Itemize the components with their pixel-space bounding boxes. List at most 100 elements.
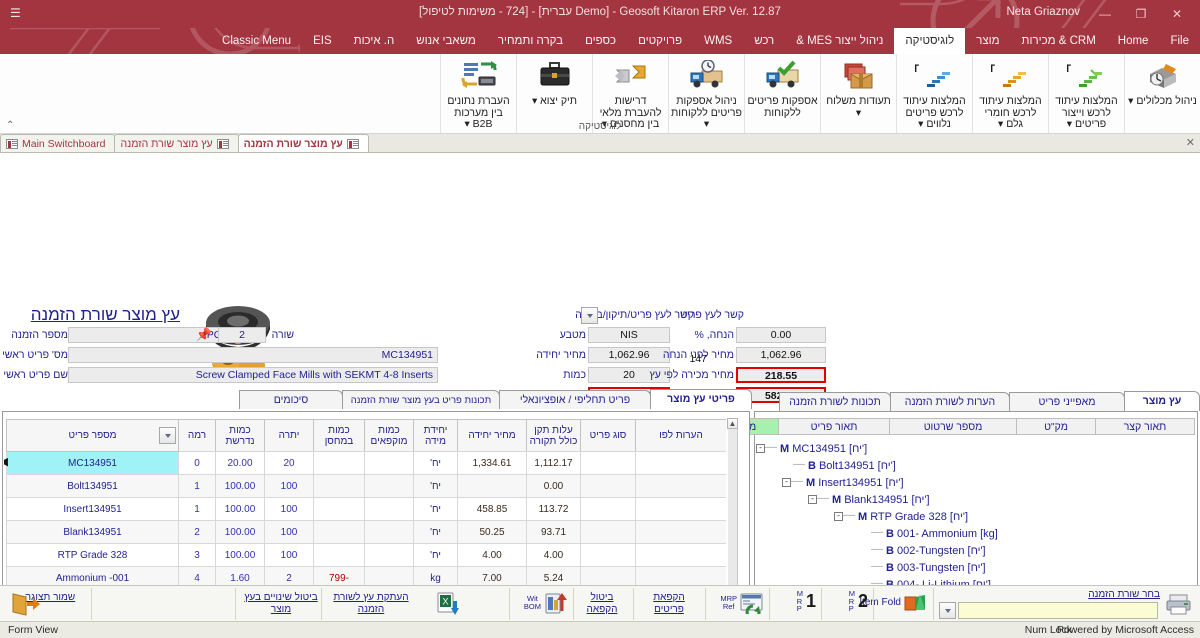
table-cell-frozen[interactable] bbox=[364, 497, 414, 521]
table-cell-stock[interactable] bbox=[313, 497, 365, 521]
table-cell-balance[interactable]: 100 bbox=[264, 497, 314, 521]
table-cell-type[interactable] bbox=[580, 520, 636, 544]
table-cell-required[interactable]: 20.00 bbox=[215, 451, 265, 475]
ribbon-tab-2[interactable]: CRM & מכירות bbox=[1011, 28, 1107, 54]
tree-column-2[interactable]: מספר שרטוט bbox=[889, 418, 1017, 435]
table-cell-notes[interactable] bbox=[635, 451, 726, 475]
printer-icon[interactable] bbox=[1166, 592, 1192, 616]
grid-column-header-8[interactable]: כמות נדרשת bbox=[215, 419, 265, 452]
select-order-combo[interactable] bbox=[939, 602, 956, 619]
tab-left-1[interactable]: מאפייני פריט bbox=[1009, 392, 1125, 411]
table-cell-std_cost[interactable]: 1,112.17 bbox=[526, 451, 581, 475]
user-name[interactable]: Neta Griaznov bbox=[1006, 6, 1080, 18]
ribbon-tab-12[interactable]: ה. איכות bbox=[343, 28, 406, 54]
pin-icon[interactable]: 📌 bbox=[196, 327, 212, 343]
tab-right-0[interactable]: פריטי עץ מוצר bbox=[650, 389, 752, 409]
table-cell-notes[interactable] bbox=[635, 474, 726, 498]
table-cell-uom[interactable]: יח' bbox=[413, 497, 458, 521]
table-cell-std_cost[interactable]: 113.72 bbox=[526, 497, 581, 521]
table-cell-std_cost[interactable]: 0.00 bbox=[526, 474, 581, 498]
grid-column-header-1[interactable]: סוג פריט bbox=[580, 419, 636, 452]
tab-left-3[interactable]: תכונות לשורת הזמנה bbox=[779, 392, 891, 411]
table-cell-stock[interactable] bbox=[313, 520, 365, 544]
collapse-ribbon-icon[interactable]: ⌃ bbox=[6, 120, 14, 131]
table-cell-required[interactable]: 100.00 bbox=[215, 474, 265, 498]
table-cell-frozen[interactable] bbox=[364, 520, 414, 544]
tree-toggle-icon[interactable]: - bbox=[808, 495, 817, 504]
table-row[interactable]: 1,112.17 1,334.61 יח' 20 20.00 0 MC134951 bbox=[4, 451, 726, 475]
field-value-right-1[interactable]: MC134951 bbox=[68, 347, 438, 363]
ribbon-tab-8[interactable]: פרויקטים bbox=[627, 28, 693, 54]
tree-column-1[interactable]: מק"ט bbox=[1016, 418, 1096, 435]
grid-column-header-3[interactable]: מחיר יחידה bbox=[457, 419, 527, 452]
ribbon-tab-14[interactable]: Classic Menu bbox=[211, 28, 302, 54]
freeze-items-link[interactable]: הקפאת פריטים bbox=[638, 592, 700, 615]
table-cell-uom[interactable]: יח' bbox=[413, 451, 458, 475]
tree-node[interactable]: - —— M MC134951 [יח'] bbox=[756, 440, 1192, 457]
tab-right-3[interactable]: סיכומים bbox=[239, 390, 343, 409]
table-cell-balance[interactable]: 100 bbox=[264, 543, 314, 567]
table-cell-unit_price[interactable] bbox=[457, 474, 527, 498]
grid-column-header-6[interactable]: כמות במחסן bbox=[313, 419, 365, 452]
table-row[interactable]: 4.00 4.00 יח' 100 100.00 3 RTP Grade 328 bbox=[4, 543, 726, 567]
tree-toggle-icon[interactable]: - bbox=[756, 444, 765, 453]
table-cell-balance[interactable]: 100 bbox=[264, 520, 314, 544]
grid-column-header-0[interactable]: הערות לפו bbox=[635, 419, 726, 452]
table-cell-type[interactable] bbox=[580, 451, 636, 475]
tree-node[interactable]: —— B Bolt134951 [יח'] bbox=[756, 457, 1192, 474]
table-cell-item[interactable]: RTP Grade 328 bbox=[6, 543, 179, 567]
ribbon-tab-3[interactable]: מוצר bbox=[965, 28, 1010, 54]
ribbon-tab-1[interactable]: Home bbox=[1107, 28, 1160, 54]
table-cell-stock[interactable] bbox=[313, 451, 365, 475]
wit-bom-button[interactable]: Wit BOM bbox=[524, 591, 568, 615]
table-cell-stock[interactable] bbox=[313, 543, 365, 567]
table-cell-type[interactable] bbox=[580, 543, 636, 567]
minimize-button[interactable]: — bbox=[1088, 3, 1122, 24]
tree-node[interactable]: —— B 001- Ammonium [kg] bbox=[756, 525, 1192, 542]
ribbon-tab-4[interactable]: לוגיסטיקה bbox=[894, 28, 966, 54]
mrp-2-button[interactable]: 2 MRP bbox=[849, 590, 868, 613]
document-tab-1[interactable]: עץ מוצר שורת הזמנה bbox=[114, 134, 239, 152]
field-value-left-0[interactable]: 0.00 bbox=[736, 327, 826, 343]
table-cell-type[interactable] bbox=[580, 474, 636, 498]
ribbon-tab-7[interactable]: WMS bbox=[693, 28, 743, 54]
table-cell-balance[interactable]: 100 bbox=[264, 474, 314, 498]
table-cell-frozen[interactable] bbox=[364, 543, 414, 567]
table-cell-uom[interactable]: יח' bbox=[413, 474, 458, 498]
tab-left-2[interactable]: הערות לשורת הזמנה bbox=[890, 392, 1010, 411]
tree-toggle-icon[interactable]: - bbox=[834, 512, 843, 521]
ribbon-tab-6[interactable]: רכש bbox=[743, 28, 785, 54]
tree-column-0[interactable]: תאור קצר bbox=[1095, 418, 1195, 435]
table-cell-level[interactable]: 0 bbox=[178, 451, 216, 475]
table-cell-frozen[interactable] bbox=[364, 451, 414, 475]
mrp-1-button[interactable]: 1 MRP bbox=[797, 590, 816, 613]
select-order-input[interactable] bbox=[958, 602, 1158, 619]
exit-door-icon[interactable] bbox=[10, 592, 40, 616]
ribbon-tab-10[interactable]: בקרה ותמחיר bbox=[487, 28, 574, 54]
grid-column-header-7[interactable]: יתרה bbox=[264, 419, 314, 452]
ribbon-tab-9[interactable]: כספים bbox=[574, 28, 627, 54]
table-cell-type[interactable] bbox=[580, 497, 636, 521]
table-cell-level[interactable]: 2 bbox=[178, 520, 216, 544]
ribbon-tab-11[interactable]: משאבי אנוש bbox=[405, 28, 487, 54]
scroll-up-icon[interactable]: ▲ bbox=[727, 418, 738, 429]
tree-node[interactable]: —— B 003-Tungsten [יח'] bbox=[756, 559, 1192, 576]
grid-column-header-5[interactable]: כמות מוקפאים bbox=[364, 419, 414, 452]
table-cell-unit_price[interactable]: 4.00 bbox=[457, 543, 527, 567]
table-cell-required[interactable]: 100.00 bbox=[215, 520, 265, 544]
unfreeze-link[interactable]: ביטול הקפאה bbox=[576, 592, 628, 615]
grid-column-header-2[interactable]: עלות תקן כולל תקורה bbox=[526, 419, 581, 452]
grid-filter-dropdown[interactable] bbox=[159, 427, 176, 444]
grid-column-header-4[interactable]: יחידת מידה bbox=[413, 419, 458, 452]
table-cell-unit_price[interactable]: 50.25 bbox=[457, 520, 527, 544]
close-document-icon[interactable]: ✕ bbox=[1186, 138, 1195, 149]
grid-column-header-10[interactable]: מספר פריט bbox=[6, 419, 179, 452]
document-tab-0[interactable]: Main Switchboard bbox=[0, 134, 116, 152]
table-cell-item[interactable]: Bolt134951 bbox=[6, 474, 179, 498]
table-cell-std_cost[interactable]: 4.00 bbox=[526, 543, 581, 567]
close-button[interactable]: ✕ bbox=[1160, 3, 1194, 24]
cancel-changes-link[interactable]: ביטול שינויים בעץ מוצר bbox=[242, 592, 320, 615]
field-value-mid-1[interactable]: 1,062.96 bbox=[588, 347, 670, 363]
table-cell-unit_price[interactable]: 458.85 bbox=[457, 497, 527, 521]
table-cell-required[interactable]: 100.00 bbox=[215, 497, 265, 521]
